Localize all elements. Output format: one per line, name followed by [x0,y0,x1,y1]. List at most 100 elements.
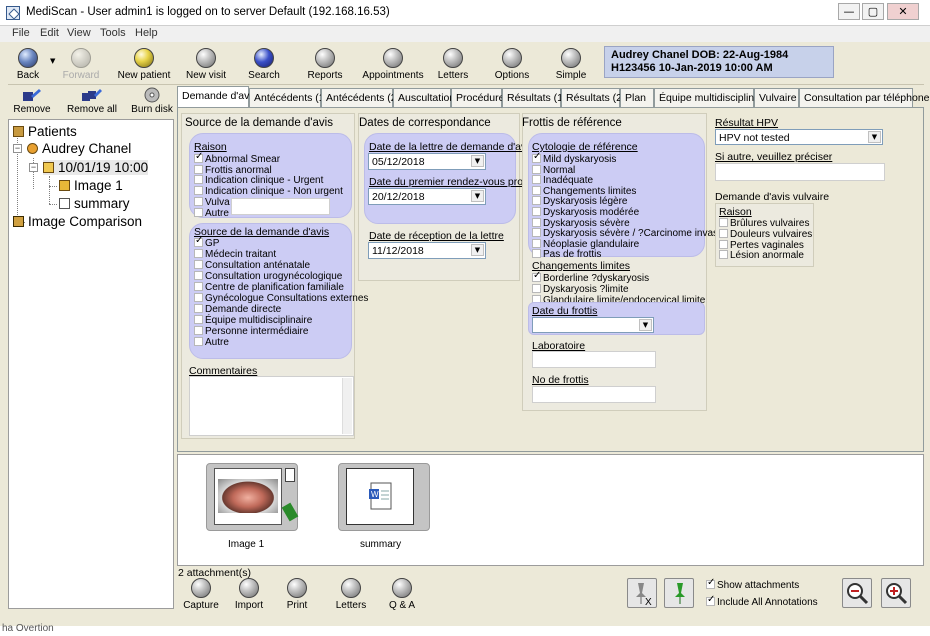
source-item-checkbox[interactable]: Demande directe [194,304,281,315]
pin-button[interactable] [664,578,694,608]
capture-button[interactable]: Capture [182,578,220,611]
collapse-visit-icon[interactable]: − [29,163,38,172]
checkbox-box [532,185,541,195]
cyto-item-checkbox[interactable]: Dyskaryosis sévère / ?Carcinome invasif [532,228,723,239]
zoom-in-button[interactable] [881,578,911,608]
comments-scrollbar[interactable] [342,378,352,434]
source-item-checkbox[interactable]: Consultation anténatale [194,260,310,271]
raison-item-checkbox[interactable]: Frottis anormal [194,164,272,176]
zoom-out-button[interactable] [842,578,872,608]
tab-resultats-1[interactable]: Résultats (1) [502,88,567,107]
show-attachments-checkbox[interactable]: Show attachments [706,578,799,591]
source-item-checkbox[interactable]: Personne intermédiaire [194,326,308,337]
raison-item-checkbox[interactable]: Abnormal Smear [194,152,280,165]
attachment-image-1[interactable] [206,463,299,531]
date-letter-select[interactable]: 05/12/2018 ▼ [368,153,486,170]
print-button[interactable]: Print [282,578,312,611]
simple-button[interactable]: Simple [536,45,606,81]
tree-item-summary[interactable]: summary [59,196,130,211]
vulvar-item-checkbox[interactable]: Brûlures vulvaires [719,218,809,229]
unpin-button[interactable]: X [627,578,657,608]
qa-button[interactable]: Q & A [387,578,417,611]
tab-plan[interactable]: Plan [620,88,654,107]
new-patient-button[interactable]: New patient [109,45,179,81]
cyto-item-checkbox[interactable]: Dyskaryosis sévère [532,217,630,229]
cyto-item-checkbox[interactable]: Pas de frottis [532,249,601,260]
lab-input[interactable] [532,351,656,368]
raison-item-checkbox[interactable]: Indication clinique - Non urgent [194,186,343,197]
cyto-item-checkbox[interactable]: Mild dyskaryosis [532,152,616,165]
raison-item-checkbox[interactable]: Autre [194,207,229,219]
letters-bottom-button[interactable]: Letters [332,578,370,611]
checkbox-box [194,315,203,324]
tab-equipe-multidisciplinaire[interactable]: Équipe multidisciplinaire [654,88,772,107]
cyto-item-checkbox[interactable]: Néoplasie glandulaire [532,238,639,250]
comments-textarea[interactable] [189,376,354,436]
vulvar-item-checkbox[interactable]: Lésion anormale [719,250,804,261]
minimize-button[interactable]: — [838,3,860,20]
hpv-select[interactable]: HPV not tested ▼ [715,129,883,145]
no-frottis-input[interactable] [532,386,656,403]
source-item-checkbox[interactable]: Médecin traitant [194,249,276,260]
other-input[interactable] [715,163,885,181]
source-item-checkbox[interactable]: GP [194,236,219,249]
chevron-down-icon: ▼ [471,155,484,167]
tab-auscultation[interactable]: Auscultation [393,88,455,107]
tab-procedure[interactable]: Procédure [451,88,504,107]
tab-resultats-2[interactable]: Résultats (2) [561,88,626,107]
date-recv-select[interactable]: 11/12/2018 ▼ [368,242,486,259]
reports-button[interactable]: Reports [290,45,360,81]
source-item-checkbox[interactable]: Consultation urogynécologique [194,271,342,282]
cyto-item-checkbox[interactable]: Changements limites [532,185,636,197]
cyto-item-checkbox[interactable]: Dyskaryosis modérée [532,207,639,218]
date-frottis-select[interactable]: ▼ [532,317,654,333]
maximize-button[interactable]: ▢ [862,3,884,20]
menu-tools[interactable]: Tools [100,27,126,39]
checkbox-box [194,304,203,313]
tree-item-patient[interactable]: Audrey Chanel [27,141,131,156]
menu-help[interactable]: Help [135,27,158,39]
qa-icon [392,578,412,598]
collapse-patient-icon[interactable]: − [13,144,22,153]
cyto-item-checkbox[interactable]: Dyskaryosis légère [532,196,627,207]
remove-all-button[interactable]: Remove all [64,86,120,115]
tab-antecedents-2[interactable]: Antécédents (2) [321,88,400,107]
remove-button[interactable]: Remove [12,86,52,115]
tab-demande-avis[interactable]: Demande d'avis [177,86,257,108]
forward-button[interactable]: Forward [46,45,116,81]
raison-item-checkbox[interactable]: Vulva [194,196,230,208]
menu-edit[interactable]: Edit [40,27,59,39]
menu-file[interactable]: File [12,27,30,39]
source-item-checkbox[interactable]: Autre [194,337,229,348]
app-icon [6,6,20,20]
tree-item-image-comparison[interactable]: Image Comparison [13,214,142,229]
date-appt-select[interactable]: 20/12/2018 ▼ [368,188,486,205]
tree-item-patients[interactable]: Patients [13,124,77,139]
checkbox-box [532,238,541,248]
close-button[interactable]: ✕ [887,3,919,20]
cyto-item-checkbox[interactable]: Normal [532,164,575,176]
tab-consultation-telephone[interactable]: Consultation par téléphone [799,88,930,107]
tree-item-visit[interactable]: 10/01/19 10:00 [43,160,149,175]
tab-vulvaire[interactable]: Vulvaire [754,88,799,107]
tree-item-image[interactable]: Image 1 [59,178,123,193]
source-item-checkbox[interactable]: Équipe multidisciplinaire [194,315,312,326]
reports-icon [315,48,335,68]
tab-antecedents-1[interactable]: Antécédents (1) [249,88,328,107]
search-button[interactable]: Search [229,45,299,81]
changes-item-checkbox[interactable]: Dyskaryosis ?limite [532,283,629,295]
raison-item-checkbox[interactable]: Indication clinique - Urgent [194,175,323,186]
source-item-checkbox[interactable]: Gynécologue Consultations externes [194,293,368,304]
include-annotations-checkbox[interactable]: Include All Annotations [706,595,818,608]
raison-other-input[interactable] [231,198,330,215]
burn-disk-button[interactable]: Burn disk [130,86,174,115]
import-button[interactable]: Import [232,578,266,611]
source-item-checkbox[interactable]: Centre de planification familiale [194,282,344,293]
changes-item-checkbox[interactable]: Borderline ?dyskaryosis [532,271,649,284]
vulvar-item-checkbox[interactable]: Pertes vaginales [719,239,804,251]
vulvar-item-checkbox[interactable]: Douleurs vulvaires [719,228,812,240]
cyto-item-checkbox[interactable]: Inadéquate [532,175,593,186]
attachment-summary[interactable]: W [338,463,430,531]
source-item-label: Consultation urogynécologique [205,271,343,282]
menu-view[interactable]: View [67,27,91,39]
